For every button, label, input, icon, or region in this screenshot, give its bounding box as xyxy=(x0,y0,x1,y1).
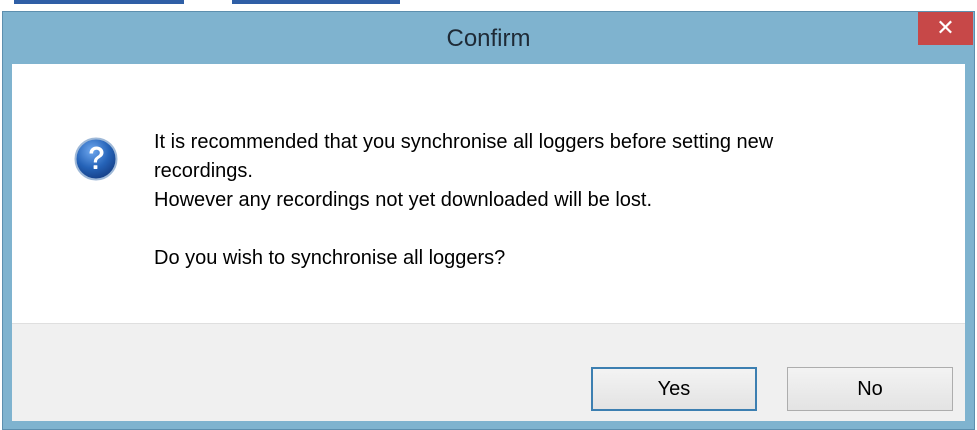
message-line: However any recordings not yet downloade… xyxy=(154,189,653,211)
dialog-message: It is recommended that you synchronise a… xyxy=(154,128,924,273)
close-button[interactable]: ✕ xyxy=(918,12,973,45)
dialog-title: Confirm xyxy=(446,25,531,52)
background-tab xyxy=(232,0,400,4)
close-icon: ✕ xyxy=(936,15,955,41)
confirm-dialog: Confirm ✕ It is recommended that you syn… xyxy=(2,11,975,430)
message-area: It is recommended that you synchronise a… xyxy=(12,64,965,323)
message-line: It is recommended that you synchronise a… xyxy=(154,131,774,153)
question-icon xyxy=(74,137,118,181)
yes-button[interactable]: Yes xyxy=(591,367,757,411)
title-bar[interactable]: Confirm ✕ xyxy=(3,12,974,72)
message-line xyxy=(154,215,924,244)
button-area: Yes No xyxy=(12,323,965,421)
background-tab xyxy=(14,0,184,4)
no-button[interactable]: No xyxy=(787,367,953,411)
message-line: recordings. xyxy=(154,160,253,182)
message-line: Do you wish to synchronise all loggers? xyxy=(154,247,506,269)
dialog-body: It is recommended that you synchronise a… xyxy=(12,64,965,421)
